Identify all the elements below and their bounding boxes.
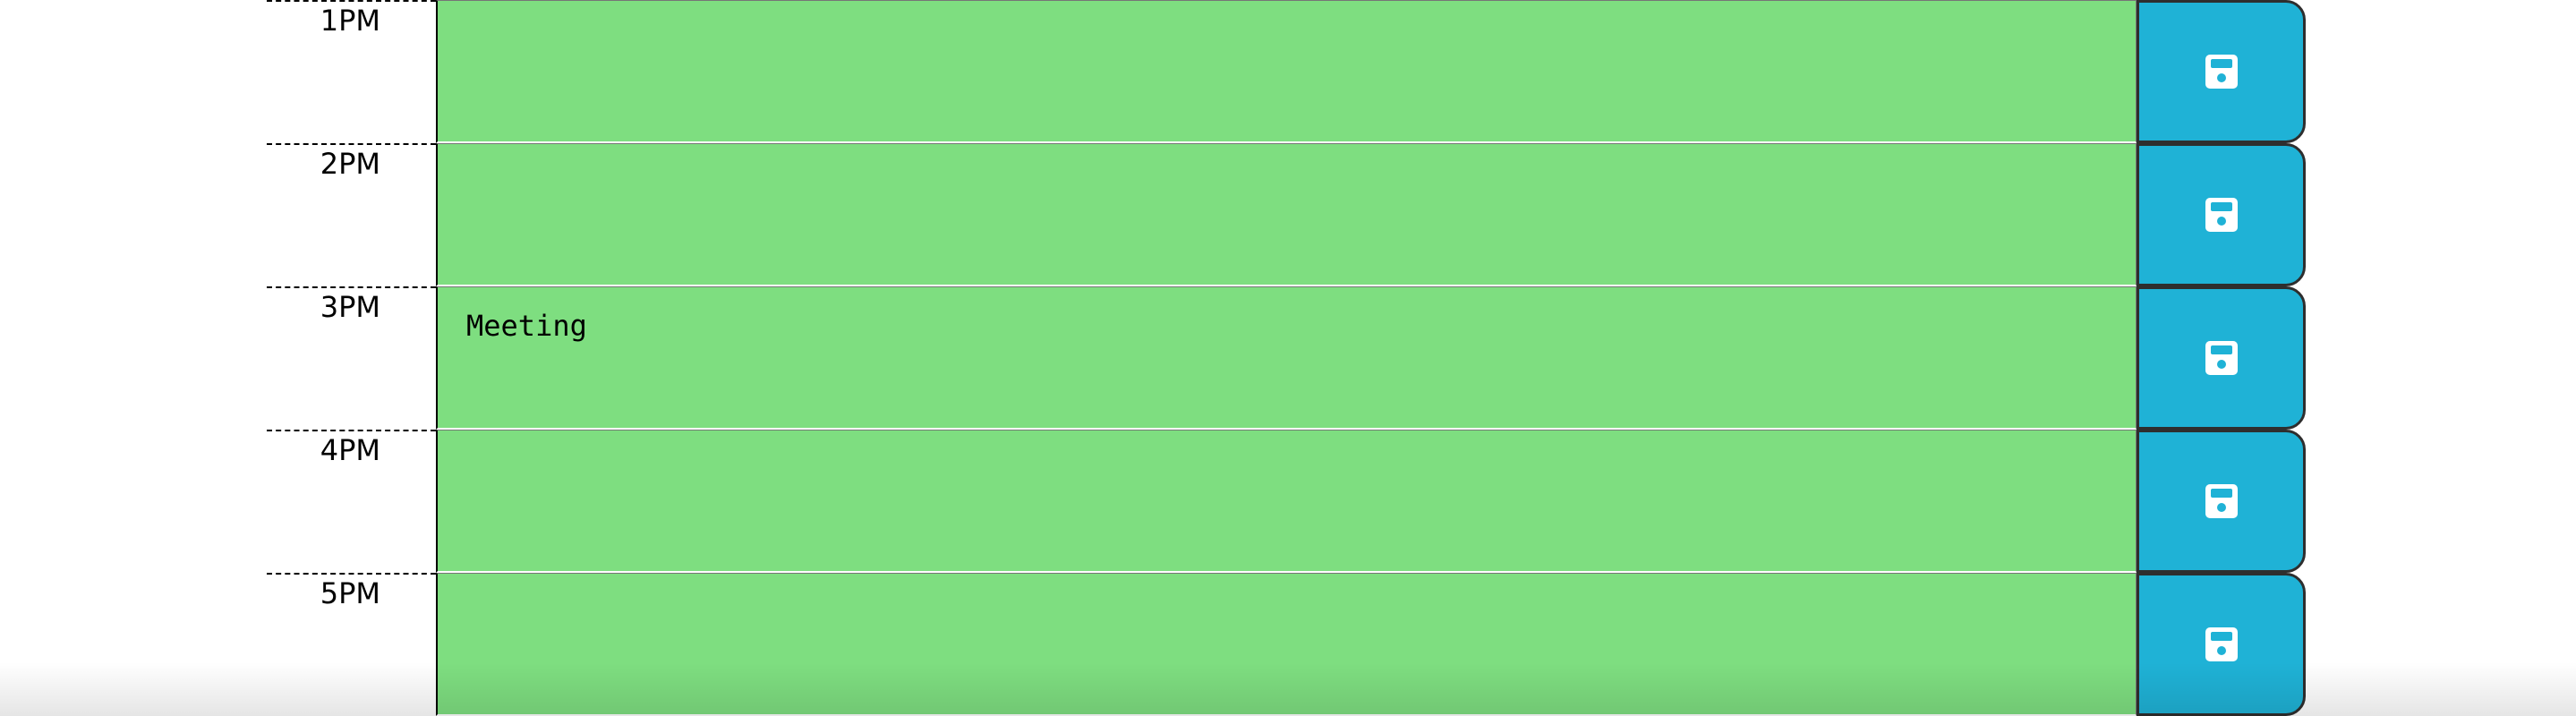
timeblock-row: 3PM Meeting <box>267 286 2307 430</box>
floppy-disk-icon <box>2205 341 2238 375</box>
event-description-input[interactable]: Meeting <box>436 286 2137 430</box>
timeblock-row: 2PM <box>267 143 2307 286</box>
event-description-input[interactable] <box>436 0 2137 143</box>
hour-label: 5PM <box>267 573 436 716</box>
hour-label: 1PM <box>267 0 436 143</box>
timeblock-row: 4PM <box>267 430 2307 573</box>
save-button[interactable] <box>2137 143 2306 286</box>
save-button[interactable] <box>2137 573 2306 716</box>
floppy-disk-icon <box>2205 484 2238 518</box>
hour-label: 3PM <box>267 286 436 430</box>
floppy-disk-icon <box>2205 55 2238 89</box>
floppy-disk-icon <box>2205 198 2238 232</box>
save-button[interactable] <box>2137 0 2306 143</box>
timeblock-row: 5PM <box>267 573 2307 716</box>
event-description-input[interactable] <box>436 143 2137 286</box>
hour-label: 4PM <box>267 430 436 573</box>
save-button[interactable] <box>2137 286 2306 430</box>
save-button[interactable] <box>2137 430 2306 573</box>
timeblock-row: 1PM <box>267 0 2307 143</box>
hour-label: 2PM <box>267 143 436 286</box>
event-description-input[interactable] <box>436 430 2137 573</box>
event-description-input[interactable] <box>436 573 2137 716</box>
floppy-disk-icon <box>2205 627 2238 661</box>
scheduler-container: 1PM 2PM 3PM Meeting 4PM 5PM <box>267 0 2307 716</box>
